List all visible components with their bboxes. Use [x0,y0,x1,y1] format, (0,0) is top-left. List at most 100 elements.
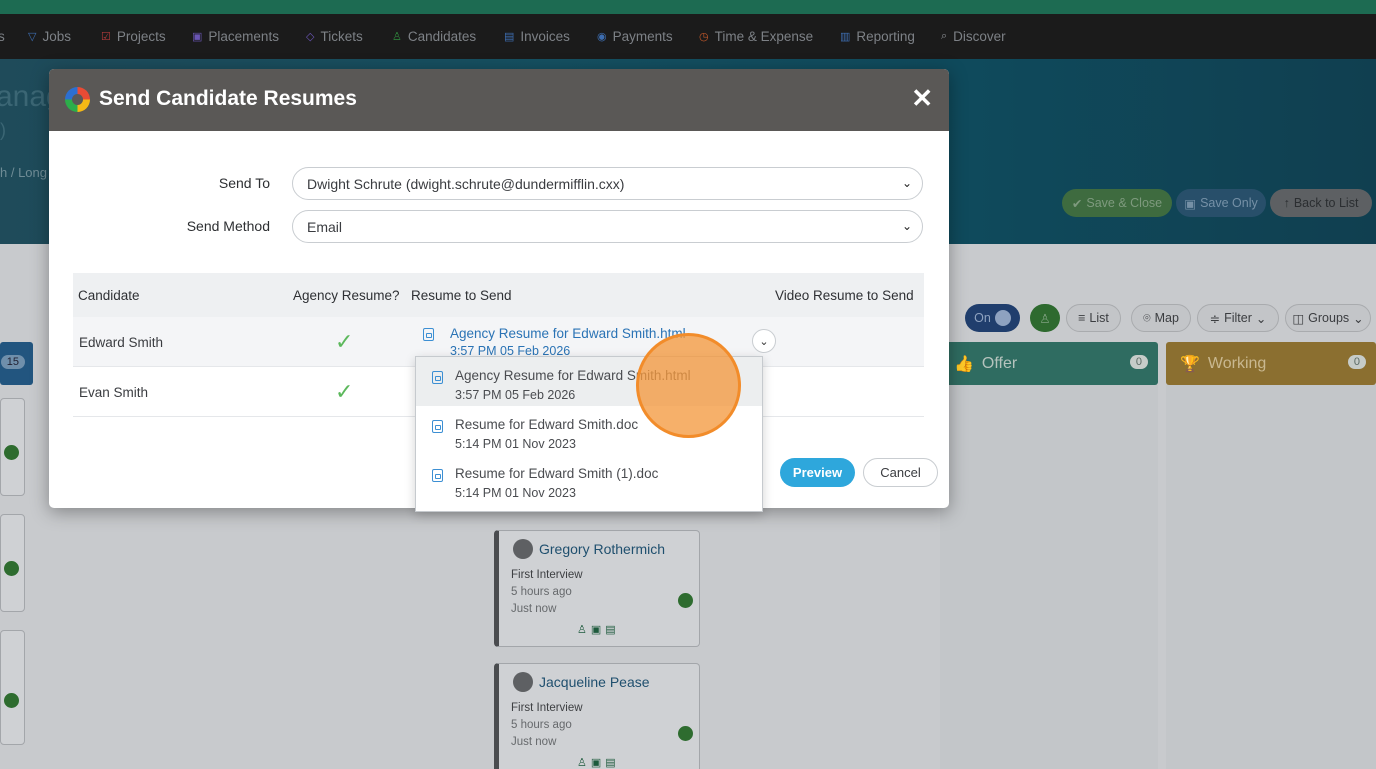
kanban-card[interactable]: Jacqueline Pease First Interview 5 hours… [494,663,700,769]
on-toggle[interactable]: On [965,304,1020,332]
preview-button[interactable]: Preview [780,458,855,487]
kanban-card[interactable] [0,514,25,612]
send-method-select[interactable]: Email ⌄ [292,210,923,243]
close-icon[interactable]: ✕ [911,85,933,111]
nav-item-payments[interactable]: ◉ Payments [597,14,673,59]
file-code-icon [432,371,443,384]
map-view-button[interactable]: ⌾ Map [1131,304,1191,332]
funnel-icon: ▽ [28,31,37,43]
check-icon: ✔ [1071,196,1083,211]
avatar [513,672,533,692]
top-accent-strip [0,0,1376,14]
column-count: 0 [1347,355,1366,369]
document-icon: ▤ [504,31,515,43]
list-icon: ≡ [1078,311,1086,325]
nav-item-placements[interactable]: ▣ Placements [192,14,279,59]
table-header: Candidate Agency Resume? Resume to Send … [73,273,924,317]
bar-chart-icon: ▥ [840,31,851,43]
card-action-icons[interactable]: ♙▣▤ [577,623,620,636]
status-dot [678,726,693,741]
file-doc-icon [432,420,443,433]
card-name[interactable]: Gregory Rothermich [539,541,665,557]
chevron-down-icon: ⌄ [901,176,912,190]
status-dot [4,561,19,576]
card-updated: Just now [511,603,557,615]
coins-icon: ◉ [597,31,607,43]
dropdown-option[interactable]: Resume for Edward Smith (1).doc 5:14 PM … [416,455,762,504]
col-candidate: Candidate [78,288,140,303]
resume-name[interactable]: Agency Resume for Edward Smith.html [450,326,686,341]
user-icon: ♙ [1039,311,1051,326]
click-indicator [636,333,741,438]
file-doc-icon [432,469,443,482]
modal-title: Send Candidate Resumes [99,87,357,110]
nav-item-candidates[interactable]: ♙ Candidates [392,14,476,59]
save-close-button[interactable]: ✔ Save & Close [1062,189,1172,217]
briefcase-icon: ▣ [192,31,203,43]
card-stage: First Interview [511,569,583,581]
card-name[interactable]: Jacqueline Pease [539,674,650,690]
chevron-down-icon: ⌄ [901,219,912,233]
column-header-working: 🏆 Working 0 [1166,342,1376,385]
nav-item-discover[interactable]: ⌕ Discover [941,14,1006,59]
send-to-select[interactable]: Dwight Schrute (dwight.schrute@dundermif… [292,167,923,200]
col-agency-resume: Agency Resume? [293,288,400,303]
nav-item-jobs[interactable]: ▽ Jobs [28,14,71,59]
option-date: 5:14 PM 01 Nov 2023 [455,437,576,451]
column-header-offer: 👍 Offer 0 [940,342,1158,385]
kanban-card[interactable] [0,630,25,745]
option-date: 3:57 PM 05 Feb 2026 [455,388,576,402]
tag-icon: ◇ [306,31,315,43]
column-body-working [1166,385,1376,769]
col-video-resume: Video Resume to Send [775,288,914,303]
chevron-down-icon: ⌄ [1353,311,1364,326]
checkbox-icon: ☑ [101,31,111,43]
nav-item-invoices[interactable]: ▤ Invoices [504,14,570,59]
groups-button[interactable]: ◫ Groups ⌄ [1285,304,1371,332]
col-resume-to-send: Resume to Send [411,288,512,303]
send-to-label: Send To [218,175,270,191]
nav-item-partial[interactable]: s [0,14,5,59]
check-icon: ✓ [335,329,354,354]
chevron-down-icon[interactable]: ⌄ [752,329,776,353]
filter-icon: ≑ [1209,311,1221,326]
file-code-icon [423,328,434,341]
users-icon: ♙ [392,31,402,43]
save-only-button[interactable]: ▣ Save Only [1176,189,1266,217]
card-action-icons[interactable]: ♙▣▤ [577,756,620,769]
card-time: 5 hours ago [511,719,572,731]
clock-icon: ◷ [699,31,709,43]
map-pin-icon: ⌾ [1143,310,1151,325]
nav-item-reporting[interactable]: ▥ Reporting [840,14,915,59]
cancel-button[interactable]: Cancel [863,458,938,487]
kanban-card[interactable]: Gregory Rothermich First Interview 5 hou… [494,530,700,647]
nav-item-tickets[interactable]: ◇ Tickets [306,14,363,59]
column-count: 0 [1129,355,1148,369]
search-icon: ⌕ [941,30,948,42]
status-dot [678,593,693,608]
page-subtitle: ) [0,120,6,140]
back-to-list-button[interactable]: ↑ Back to List [1270,189,1372,217]
column-body-offer [940,385,1158,769]
list-view-button[interactable]: ≡ List [1066,304,1121,332]
column-header-first: 15 [0,342,33,385]
disk-icon: ▣ [1184,196,1197,211]
candidate-name: Evan Smith [79,385,149,400]
breadcrumb: h / Long [0,165,47,180]
nav-item-projects[interactable]: ☑ Projects [101,14,166,59]
status-dot [4,445,19,460]
option-date: 5:14 PM 01 Nov 2023 [455,486,576,500]
columns-icon: ◫ [1292,311,1305,326]
toggle-knob-icon [994,310,1011,326]
chevron-down-icon: ⌄ [1255,311,1267,326]
app-logo-icon [65,87,90,112]
kanban-card[interactable] [0,398,25,496]
user-filter-button[interactable]: ♙ [1030,304,1060,332]
card-time: 5 hours ago [511,586,572,598]
filter-button[interactable]: ≑ Filter ⌄ [1197,304,1279,332]
thumbs-up-icon: 👍 [954,355,974,373]
option-name: Resume for Edward Smith.doc [455,417,639,432]
modal-header: Send Candidate Resumes ✕ [49,69,949,131]
main-nav: s ▽ Jobs ☑ Projects ▣ Placements ◇ Tickets ♙… [0,14,1376,59]
nav-item-time-expense[interactable]: ◷ Time & Expense [699,14,813,59]
